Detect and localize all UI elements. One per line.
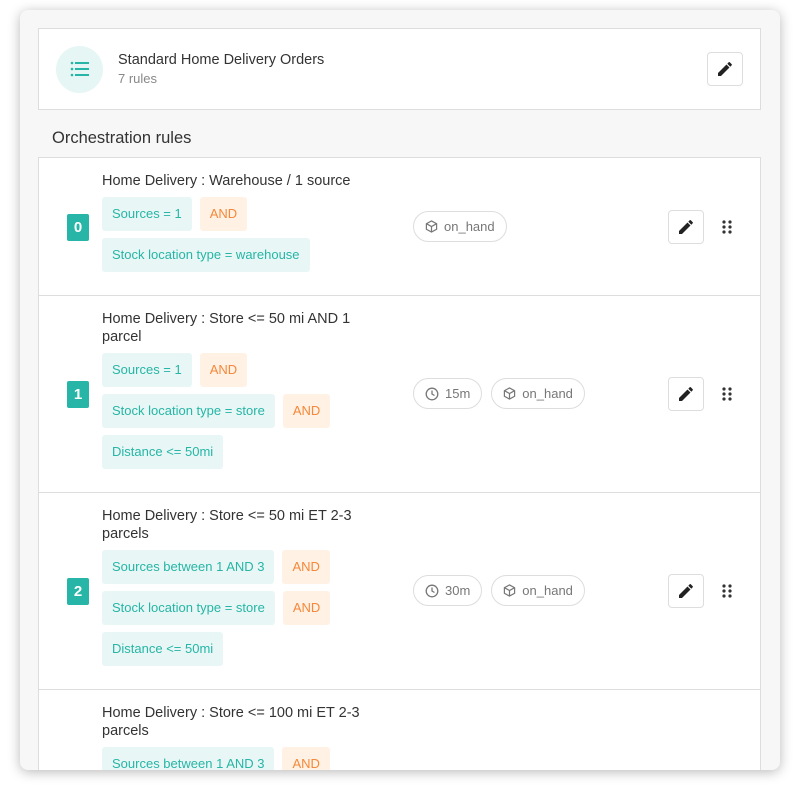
and-operator-chip: AND <box>282 550 330 584</box>
rule-row[interactable]: 2 Home Delivery : Store <= 50 mi ET 2-3 p… <box>39 493 760 690</box>
chip-label: on_hand <box>444 218 495 234</box>
condition-chip: Stock location type = store <box>102 591 275 625</box>
rule-attribute-chip: 30m <box>413 575 483 606</box>
rule-attribute-chip: 15m <box>413 378 483 409</box>
pencil-icon <box>679 219 693 234</box>
condition-chip: Distance <= 50mi <box>102 632 224 666</box>
clock-icon <box>425 387 439 400</box>
box-icon <box>504 387 516 400</box>
rule-title: Home Delivery : Store <= 100 mi ET 2-3 p… <box>102 705 360 739</box>
list-icon <box>56 45 103 93</box>
rule-priority-badge: 1 <box>67 381 89 408</box>
and-operator-chip: AND <box>282 591 331 625</box>
rules-list: 0 Home Delivery : Warehouse / 1 source Sou… <box>38 157 761 770</box>
clock-icon <box>425 584 439 597</box>
box-icon <box>425 219 438 233</box>
rule-title: Home Delivery : Warehouse / 1 source <box>102 173 351 189</box>
rule-attribute-chip: on_hand <box>491 575 585 606</box>
rule-set-header: Standard Home Delivery Orders 7 rules <box>38 28 761 110</box>
condition-chip: Stock location type = warehouse <box>102 238 310 272</box>
chip-label: 15m <box>445 386 471 401</box>
rule-title: Home Delivery : Store <= 50 mi ET 2-3 pa… <box>102 508 352 542</box>
box-icon <box>504 584 516 597</box>
condition-chip: Sources = 1 <box>102 197 192 231</box>
rule-row[interactable]: Home Delivery : Store <= 100 mi ET 2-3 p… <box>39 690 760 770</box>
rule-set-card: Standard Home Delivery Orders 7 rules Or… <box>20 10 780 770</box>
rule-attribute-chip: on_hand <box>413 210 507 242</box>
and-operator-chip: AND <box>282 747 330 770</box>
chip-label: on_hand <box>522 583 573 598</box>
pencil-icon <box>718 62 732 76</box>
drag-handle-icon[interactable] <box>722 584 732 598</box>
drag-handle[interactable] <box>722 584 732 603</box>
edit-rule-button[interactable] <box>668 377 704 411</box>
rule-attribute-chip: on_hand <box>491 378 585 409</box>
edit-rule-button[interactable] <box>668 209 704 244</box>
condition-chip: Sources between 1 AND 3 <box>102 550 275 584</box>
condition-chip: Stock location type = store <box>102 394 275 428</box>
pencil-icon <box>679 584 693 598</box>
rule-priority-badge: 2 <box>67 578 89 605</box>
edit-rule-button[interactable] <box>668 574 704 608</box>
edit-rule-set-button[interactable] <box>707 52 743 86</box>
drag-handle[interactable] <box>722 387 732 406</box>
pencil-icon <box>679 387 693 401</box>
and-operator-chip: AND <box>282 394 331 428</box>
and-operator-chip: AND <box>199 353 248 387</box>
and-operator-chip: AND <box>199 197 248 231</box>
rule-title: Home Delivery : Store <= 50 mi AND 1 par… <box>102 311 351 345</box>
rule-priority-badge: 0 <box>67 213 89 241</box>
rule-row[interactable]: 1 Home Delivery : Store <= 50 mi AND 1 pa… <box>39 296 760 493</box>
drag-handle[interactable] <box>722 219 732 239</box>
section-title: Orchestration rules <box>52 129 192 147</box>
chip-label: 30m <box>445 583 471 598</box>
drag-handle-icon[interactable] <box>722 219 732 234</box>
condition-chip: Sources = 1 <box>102 353 192 387</box>
chip-label: on_hand <box>522 386 573 401</box>
condition-chip: Sources between 1 AND 3 <box>102 747 275 770</box>
rule-count: 7 rules <box>118 71 158 86</box>
condition-chip: Distance <= 50mi <box>102 435 224 469</box>
rule-set-title: Standard Home Delivery Orders <box>118 52 325 68</box>
drag-handle-icon[interactable] <box>722 387 732 401</box>
rule-row[interactable]: 0 Home Delivery : Warehouse / 1 source Sou… <box>39 158 760 296</box>
